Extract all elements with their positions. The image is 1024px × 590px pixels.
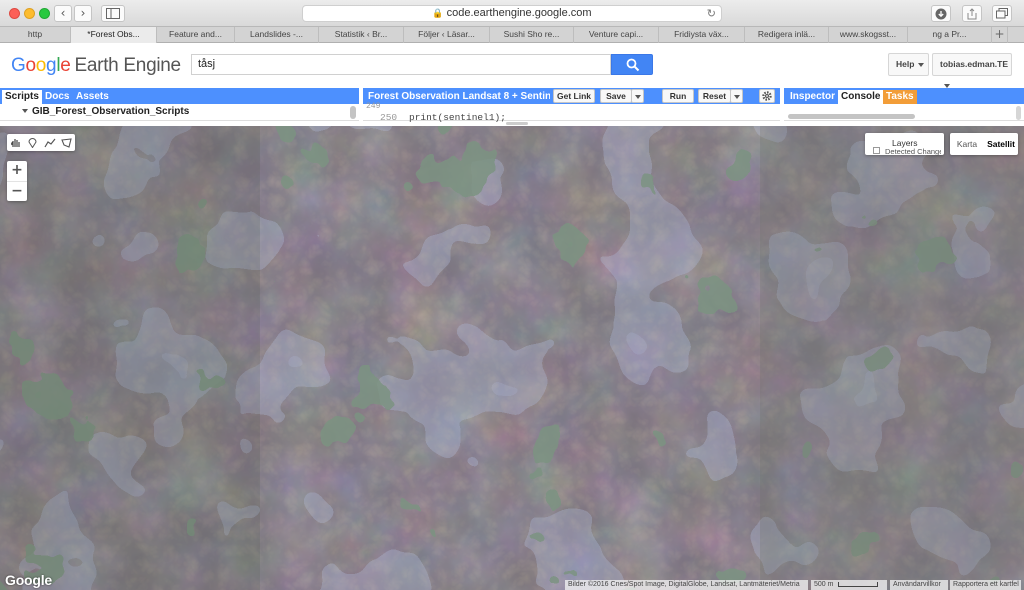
window-zoom-button[interactable] <box>39 8 50 19</box>
search-input[interactable]: tåsj <box>191 54 611 75</box>
save-dropdown-button[interactable] <box>631 89 644 103</box>
marker-icon <box>28 138 37 148</box>
layers-control[interactable]: Layers Detected Change <box>865 133 944 156</box>
browser-tab-active[interactable]: *Forest Obs... <box>71 27 157 43</box>
browser-tab[interactable]: Landslides -... <box>235 27 319 43</box>
map-canvas[interactable] <box>0 126 1024 590</box>
new-tab-button[interactable]: + <box>992 27 1008 43</box>
url-text: code.earthengine.google.com <box>446 7 592 19</box>
console-vscrollbar[interactable] <box>1016 106 1021 120</box>
scale-bar <box>838 581 879 587</box>
back-button[interactable]: ‹ <box>54 5 72 22</box>
panel-resize-handle[interactable] <box>506 122 528 125</box>
map-type-control: Karta Satellit <box>950 133 1018 155</box>
browser-toolbar: ‹ › 🔒 code.earthengine.google.com ↻ <box>0 0 1024 27</box>
sidebar-toggle-button[interactable] <box>101 5 125 22</box>
search-icon <box>626 58 640 72</box>
help-button[interactable]: Help <box>888 53 929 76</box>
reload-icon[interactable]: ↻ <box>707 6 716 21</box>
terms-link[interactable]: Användarvillkor <box>890 580 948 590</box>
browser-tab[interactable]: Statistik ‹ Br... <box>319 27 404 43</box>
layer-checkbox[interactable] <box>873 147 880 154</box>
browser-tab[interactable]: Venture capi... <box>574 27 659 43</box>
lock-icon: 🔒 <box>432 9 444 19</box>
chevron-down-icon <box>634 94 641 99</box>
layer-item-detected-change[interactable]: Detected Change <box>885 147 941 156</box>
tab-docs[interactable]: Docs <box>42 90 72 104</box>
line-number: 249 <box>366 102 381 111</box>
tab-tasks[interactable]: Tasks <box>883 90 917 104</box>
download-button[interactable] <box>931 5 951 22</box>
point-tool[interactable] <box>24 134 41 151</box>
user-label: tobias.edman.TE <box>940 59 1009 69</box>
drawing-tools <box>7 134 75 151</box>
satellite-imagery <box>0 126 1024 590</box>
console-scrollbar[interactable] <box>788 114 915 119</box>
chevron-down-icon <box>918 62 925 67</box>
map-type-satellit[interactable]: Satellit <box>984 133 1018 155</box>
browser-tab[interactable]: ng a Pr... <box>908 27 992 43</box>
browser-tab[interactable]: Sushi Sho re... <box>490 27 574 43</box>
gear-icon <box>762 91 772 101</box>
browser-tab[interactable]: Följer ‹ Läsar... <box>404 27 490 43</box>
hand-icon <box>11 139 20 147</box>
zoom-out-button[interactable]: − <box>7 181 27 201</box>
scale-label: 500 m <box>814 581 834 588</box>
tab-assets[interactable]: Assets <box>73 90 112 104</box>
google-watermark: Google <box>5 572 53 588</box>
script-folder-item[interactable]: GIB_Forest_Observation_Scripts <box>22 106 189 118</box>
tab-console[interactable]: Console <box>838 90 884 104</box>
address-bar[interactable]: 🔒 code.earthengine.google.com ↻ <box>302 5 722 22</box>
window-close-button[interactable] <box>9 8 20 19</box>
tabs-overview-button[interactable] <box>992 5 1012 22</box>
get-link-button[interactable]: Get Link <box>553 89 595 103</box>
browser-tab[interactable]: Redigera inlä... <box>745 27 829 43</box>
map-scale[interactable]: 500 m <box>811 580 887 590</box>
tab-inspector[interactable]: Inspector <box>787 90 838 104</box>
earth-engine-logo[interactable]: Google Earth Engine <box>11 55 181 77</box>
run-button[interactable]: Run <box>662 89 694 103</box>
share-icon <box>967 8 977 20</box>
logo-product: Earth Engine <box>74 55 182 76</box>
zoom-control: + − <box>7 161 27 201</box>
reset-dropdown-button[interactable] <box>730 89 743 103</box>
polygon-icon <box>61 137 72 148</box>
share-button[interactable] <box>962 5 982 22</box>
download-icon <box>935 8 947 20</box>
chevron-down-icon <box>733 94 740 99</box>
code-text: print(sentinel1); <box>409 112 506 123</box>
tabs-icon <box>996 8 1008 19</box>
browser-tab[interactable]: Fridiysta väx... <box>659 27 745 43</box>
zoom-in-button[interactable]: + <box>7 161 27 181</box>
line-tool[interactable] <box>41 134 58 151</box>
line-number: 250 <box>380 112 398 123</box>
editor-title: Forest Observation Landsat 8 + Sentin... <box>368 91 550 102</box>
sidebar-icon <box>106 8 120 19</box>
save-button[interactable]: Save <box>600 89 632 103</box>
browser-tabstrip: http *Forest Obs... Feature and... Lands… <box>0 27 1024 43</box>
polygon-tool[interactable] <box>58 134 75 151</box>
settings-button[interactable] <box>759 89 775 103</box>
search-button[interactable] <box>611 54 653 75</box>
polyline-icon <box>43 138 55 147</box>
user-account-button[interactable]: tobias.edman.TE <box>932 53 1012 88</box>
window-minimize-button[interactable] <box>24 8 35 19</box>
pan-tool[interactable] <box>7 134 24 151</box>
map-attribution: Bilder ©2016 Cnes/Spot Image, DigitalGlo… <box>565 580 808 590</box>
browser-tab[interactable]: Feature and... <box>157 27 235 43</box>
scripts-scrollbar[interactable] <box>350 106 356 119</box>
help-label: Help <box>896 59 915 69</box>
map-type-karta[interactable]: Karta <box>950 133 984 155</box>
tab-scripts[interactable]: Scripts <box>2 90 42 104</box>
browser-tab[interactable]: www.skogsst... <box>829 27 908 43</box>
report-map-error-link[interactable]: Rapportera ett kartfel <box>950 580 1021 590</box>
forward-button[interactable]: › <box>74 5 92 22</box>
reset-button[interactable]: Reset <box>698 89 731 103</box>
browser-tab[interactable]: http <box>0 27 71 43</box>
